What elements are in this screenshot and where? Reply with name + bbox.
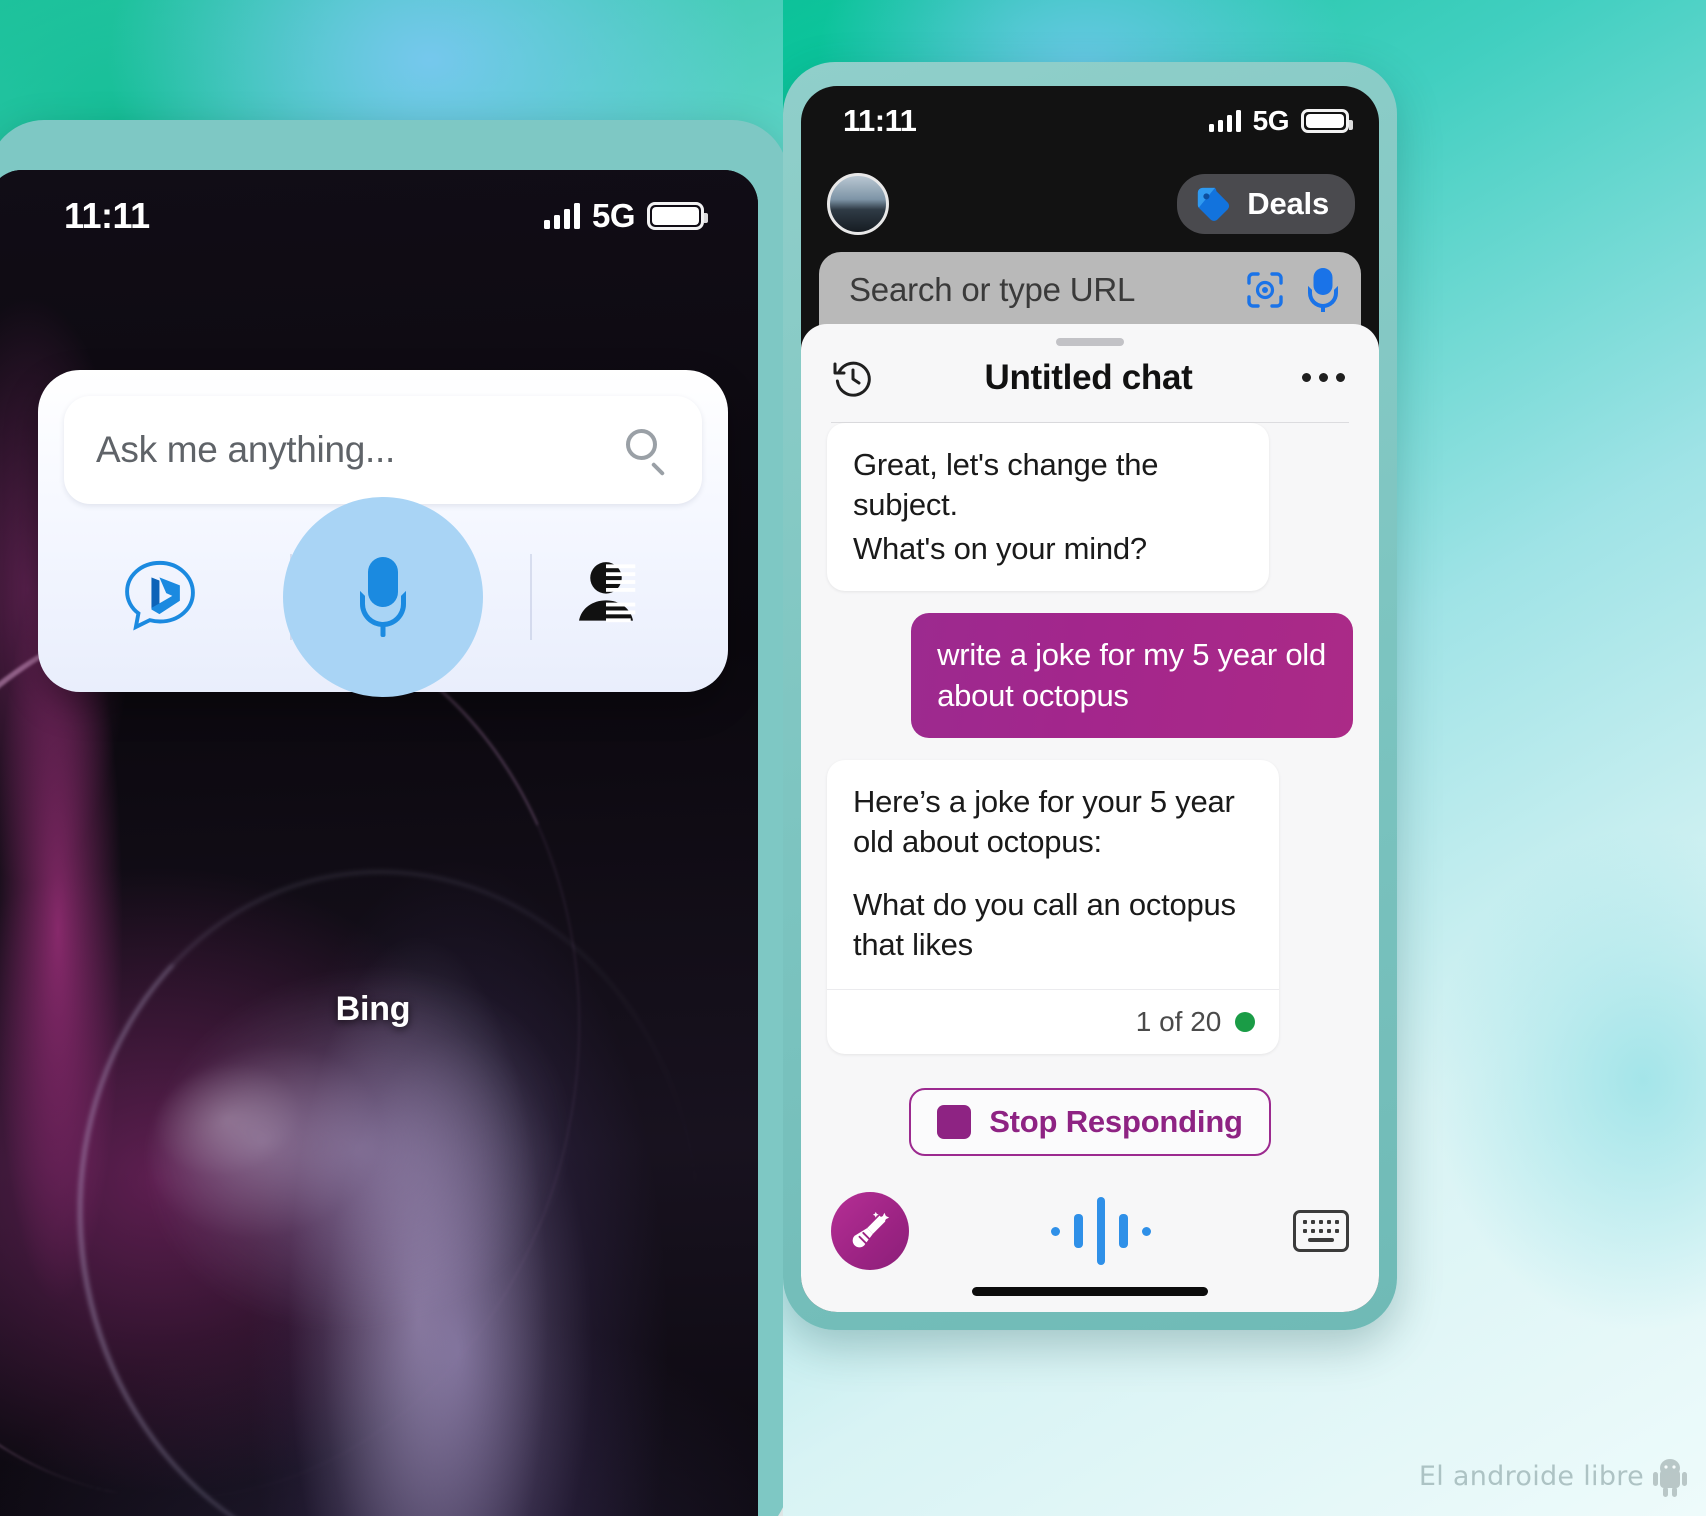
chat-header: Untitled chat bbox=[801, 346, 1379, 400]
watermark: El androide libre bbox=[1419, 1454, 1690, 1498]
right-panel-chat-screen: 11:11 5G Deals Search or type URL Untitl… bbox=[783, 0, 1706, 1516]
read-aloud-icon bbox=[579, 562, 636, 623]
chat-bottom-sheet: Untitled chat Great, let's change the su… bbox=[801, 324, 1379, 1312]
answer-body: Here’s a joke for your 5 year old about … bbox=[827, 760, 1279, 989]
home-indicator bbox=[972, 1286, 1208, 1296]
stop-square-icon bbox=[937, 1105, 972, 1140]
message-bubble-answer: Here’s a joke for your 5 year old about … bbox=[827, 760, 1280, 1055]
network-type-label: 5G bbox=[591, 197, 636, 234]
widget-action-row bbox=[64, 497, 702, 697]
network-type-label: 5G bbox=[1252, 105, 1290, 136]
chat-bottom-toolbar bbox=[801, 1166, 1379, 1280]
keyboard-icon[interactable] bbox=[1293, 1210, 1349, 1253]
answer-paragraph: Here’s a joke for your 5 year old about … bbox=[853, 784, 1235, 860]
left-status-bar: 11:11 5G bbox=[0, 170, 758, 262]
ask-me-anything-input[interactable]: Ask me anything... bbox=[64, 396, 702, 504]
url-bar-icons bbox=[1245, 268, 1338, 312]
wallpaper-swirl-2 bbox=[43, 839, 733, 1516]
answer-paragraph: What do you call an octopus that likes bbox=[853, 886, 1236, 962]
battery-full-icon bbox=[1301, 109, 1353, 133]
url-input-placeholder: Search or type URL bbox=[849, 271, 1136, 308]
watermark-text: El androide libre bbox=[1418, 1460, 1644, 1492]
voice-waveform-icon[interactable] bbox=[1051, 1196, 1151, 1266]
read-aloud-button[interactable] bbox=[546, 537, 666, 657]
status-indicators: 5G bbox=[543, 197, 708, 235]
turn-counter: 1 of 20 bbox=[1135, 1006, 1222, 1038]
screenshot-root: 11:11 5G Ask me anything... Bing 11:11 5… bbox=[0, 0, 1706, 1516]
microphone-icon[interactable] bbox=[1308, 268, 1338, 312]
price-tag-icon bbox=[1198, 187, 1230, 222]
stop-responding-row: Stop Responding bbox=[801, 1062, 1379, 1166]
search-icon[interactable] bbox=[626, 429, 668, 477]
battery-full-icon bbox=[647, 202, 708, 230]
left-phone-screen: 11:11 5G Ask me anything... Bing bbox=[0, 170, 758, 1516]
message-list: Great, let's change the subject. What's … bbox=[801, 422, 1379, 1063]
microphone-icon bbox=[360, 557, 406, 637]
visual-search-icon[interactable] bbox=[1245, 270, 1285, 310]
signal-bars-icon bbox=[543, 203, 580, 229]
status-time: 11:11 bbox=[64, 195, 150, 236]
left-panel-home-screen: 11:11 5G Ask me anything... Bing bbox=[0, 0, 783, 1516]
bing-chat-button[interactable] bbox=[100, 537, 220, 657]
status-badge bbox=[1235, 1012, 1256, 1033]
more-options-icon[interactable] bbox=[1302, 373, 1345, 383]
signal-bars-icon bbox=[1208, 110, 1241, 132]
right-phone-screen: 11:11 5G Deals Search or type URL Untitl… bbox=[801, 86, 1379, 1312]
message-bubble-user: write a joke for my 5 year old about oct… bbox=[911, 613, 1353, 738]
stop-responding-label: Stop Responding bbox=[989, 1104, 1243, 1140]
status-indicators: 5G bbox=[1208, 105, 1353, 137]
answer-footer: 1 of 20 bbox=[827, 989, 1280, 1054]
android-robot-icon bbox=[1653, 1459, 1687, 1497]
divider-2 bbox=[530, 554, 532, 640]
ask-input-placeholder: Ask me anything... bbox=[96, 429, 395, 470]
profile-avatar[interactable] bbox=[827, 173, 889, 235]
message-line: Great, let's change the subject. bbox=[853, 446, 1159, 522]
clear-chat-button[interactable] bbox=[831, 1192, 909, 1271]
status-time: 11:11 bbox=[843, 103, 917, 138]
history-clock-icon[interactable] bbox=[831, 356, 875, 400]
url-bar[interactable]: Search or type URL bbox=[819, 252, 1361, 328]
app-label-bing: Bing bbox=[335, 990, 411, 1028]
broom-clear-icon bbox=[852, 1212, 890, 1248]
message-bubble-bot: Great, let's change the subject. What's … bbox=[827, 422, 1269, 592]
deals-label: Deals bbox=[1247, 186, 1329, 221]
right-phone-frame: 11:11 5G Deals Search or type URL Untitl… bbox=[783, 62, 1397, 1330]
browser-top-bar: Deals bbox=[801, 156, 1379, 252]
voice-search-button[interactable] bbox=[283, 497, 483, 697]
stop-responding-button[interactable]: Stop Responding bbox=[909, 1088, 1271, 1157]
left-phone-frame: 11:11 5G Ask me anything... Bing bbox=[0, 120, 783, 1516]
message-line: What's on your mind? bbox=[853, 531, 1147, 567]
sheet-drag-handle[interactable] bbox=[1056, 338, 1124, 346]
message-line: write a joke for my 5 year old about oct… bbox=[937, 637, 1326, 713]
bing-chat-icon bbox=[125, 560, 195, 631]
right-status-bar: 11:11 5G bbox=[801, 86, 1379, 156]
bing-search-widget[interactable]: Ask me anything... bbox=[38, 370, 728, 697]
chat-title: Untitled chat bbox=[984, 357, 1193, 397]
deals-button[interactable]: Deals bbox=[1177, 174, 1355, 234]
